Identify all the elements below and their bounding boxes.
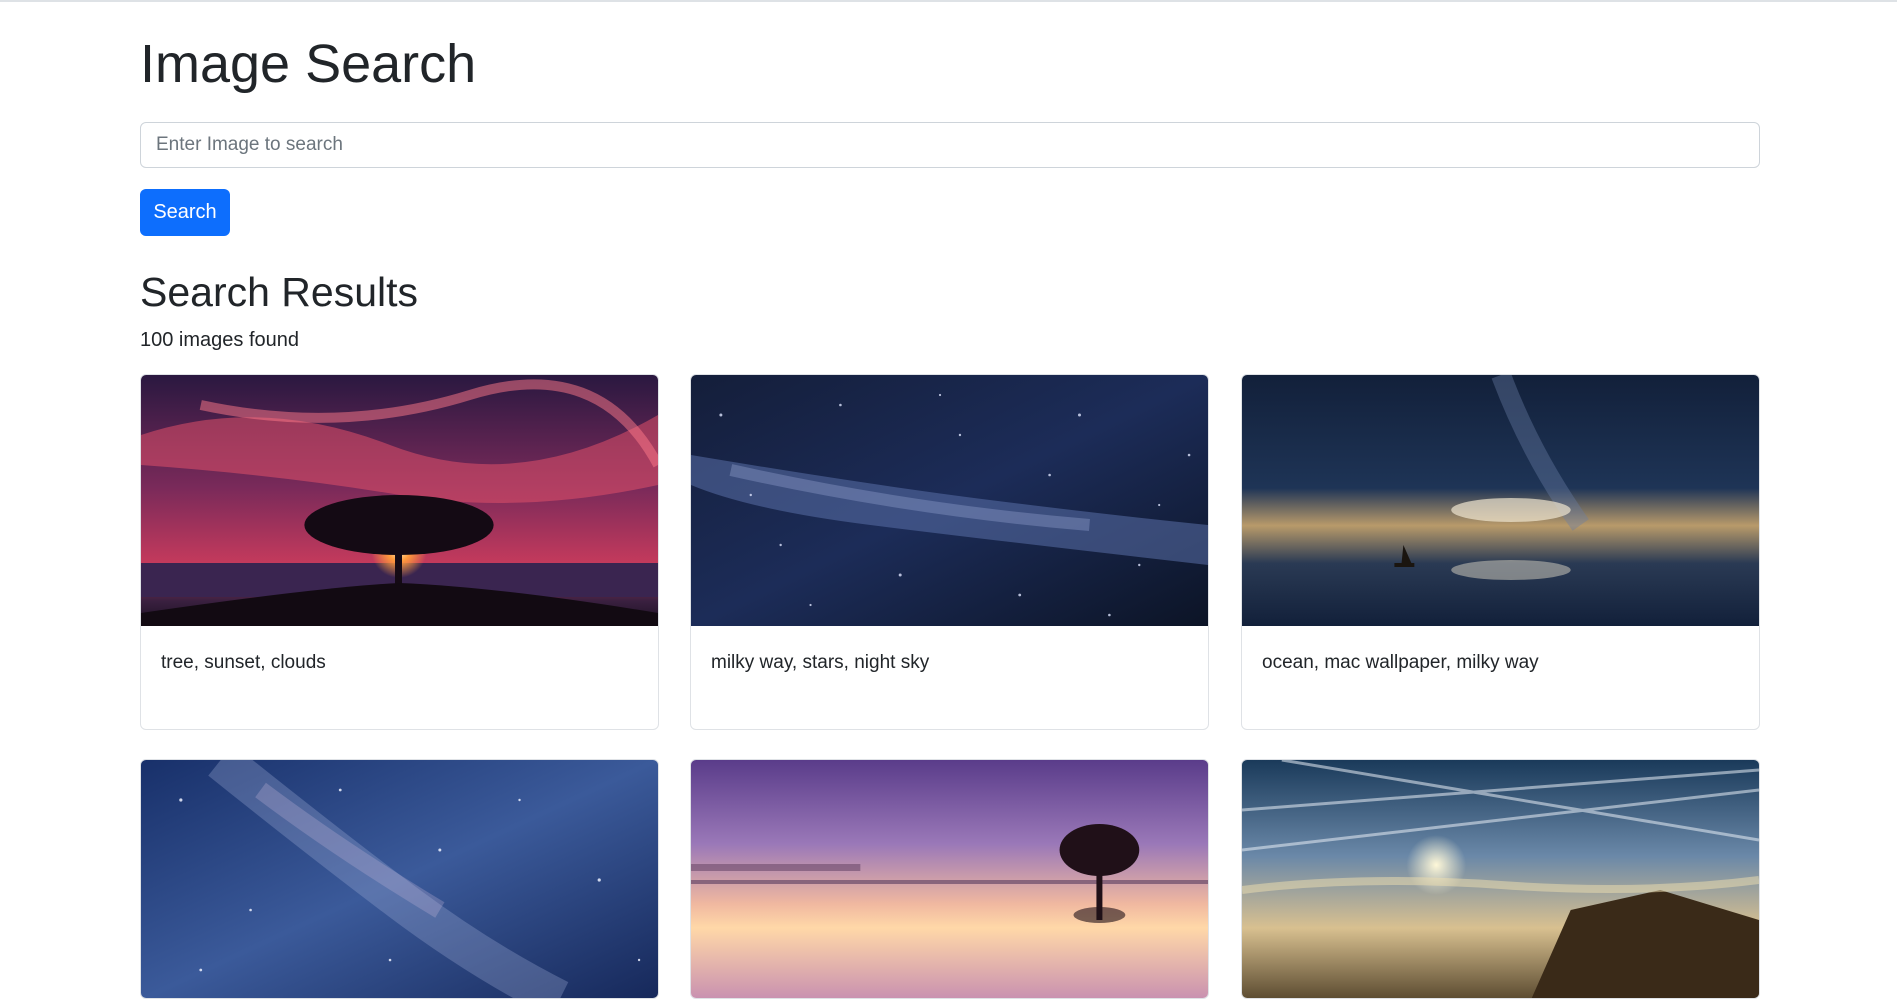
result-image[interactable] — [1242, 760, 1759, 999]
result-image[interactable] — [1242, 375, 1759, 626]
search-button[interactable]: Search — [140, 189, 230, 236]
result-image[interactable] — [691, 760, 1208, 999]
card-tags: ocean, mac wallpaper, milky way — [1262, 652, 1539, 673]
page-title: Image Search — [140, 34, 477, 94]
result-card[interactable] — [140, 759, 659, 999]
card-tags: milky way, stars, night sky — [711, 652, 930, 673]
result-image[interactable] — [691, 375, 1208, 626]
card-tags: tree, sunset, clouds — [161, 652, 326, 673]
results-heading: Search Results — [140, 269, 419, 315]
results-count: 100 images found — [140, 329, 300, 351]
result-image[interactable] — [141, 375, 658, 626]
result-card[interactable]: ocean, mac wallpaper, milky way — [1241, 374, 1760, 730]
card-body: milky way, stars, night sky — [691, 626, 1208, 729]
card-body: ocean, mac wallpaper, milky way — [1242, 626, 1759, 729]
top-border — [0, 0, 1897, 2]
result-card[interactable]: milky way, stars, night sky — [690, 374, 1209, 730]
result-card[interactable] — [690, 759, 1209, 999]
result-image[interactable] — [141, 760, 658, 999]
card-body: tree, sunset, clouds — [141, 626, 658, 729]
result-card[interactable]: tree, sunset, clouds — [140, 374, 659, 730]
result-card[interactable] — [1241, 759, 1760, 999]
search-input[interactable] — [140, 122, 1760, 168]
